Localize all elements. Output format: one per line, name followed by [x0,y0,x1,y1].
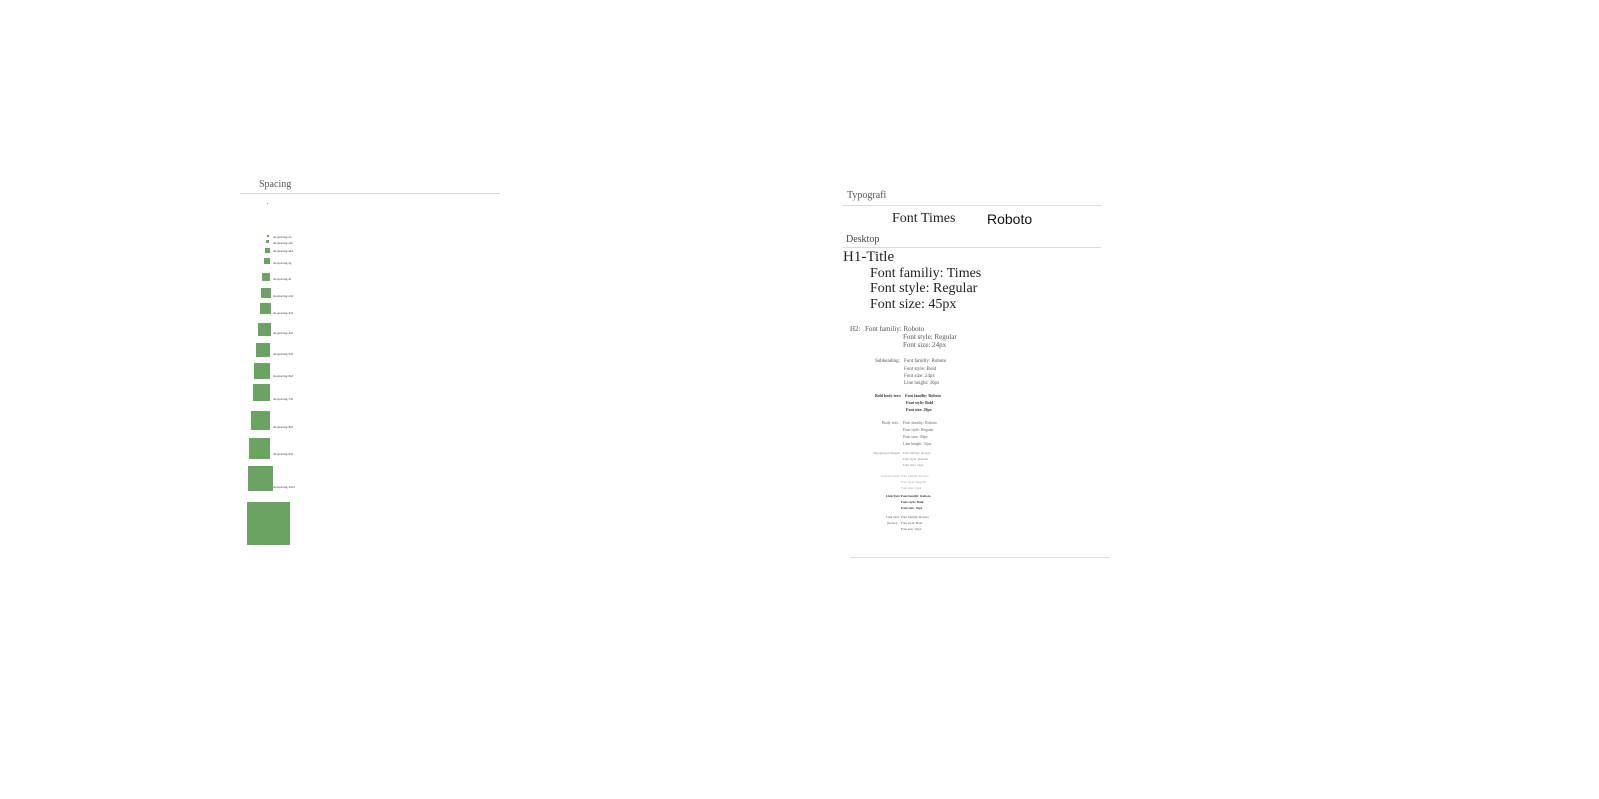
images-font-family: Font familiy: Roboto [903,451,931,455]
subheading-label: Subheading: [875,359,900,364]
spacing-swatch [261,288,271,298]
h1-font-family: Font familiy: Times [870,266,982,281]
spacing-swatch [258,323,271,336]
h2-font-family: Font familiy: Roboto [865,325,925,333]
subheading-line-height: Line height: 30px [904,381,940,386]
link-hover-label-2: (hover): [887,521,898,525]
link-hover-font-family: Font familiy: Roboto [901,515,929,519]
subheading-font-family: Font familiy: Roboto [904,359,947,364]
spacing-label: ds-spacing-7xl [273,397,293,401]
spacing-label: ds-spacing-10xl [273,485,295,489]
caption-font-style: Font style: Regular [901,480,927,484]
spacing-swatch [262,273,270,281]
spacing-label: ds-spacing-8xl [273,425,293,429]
spacing-swatch [267,235,269,237]
spacing-swatch [254,363,270,379]
spacing-label: ds-spacing-xl [273,277,292,281]
desktop-heading: Desktop [846,234,880,245]
spacing-swatch [251,411,270,430]
spacing-label: ds-spacing-4xl [273,331,293,335]
h1-font-size: Font size: 45px [870,297,957,312]
link-hover-font-style: Font style: Bold [901,521,923,525]
spacing-label: ds-spacing-6xl [273,374,293,378]
spacing-swatch [248,466,273,491]
spacing-label: ds-spacing-lg [273,261,292,265]
link-text-label: Link Text: [886,494,901,498]
spacing-swatch [266,240,269,243]
typography-bottom-divider [851,557,1109,558]
desktop-divider [843,247,1101,248]
spacing-label: ds-spacing-5xl [273,352,293,356]
spacing-swatch [260,303,271,314]
spacing-label: ds-spacing-9xl [273,452,293,456]
font-roboto-sample: Roboto [987,211,1033,227]
bold-body-font-family: Font familiy: Roboto [905,393,941,398]
spacing-swatch [256,343,270,357]
spacing-swatch [265,248,270,253]
spacing-label: ds-spacing-3xl [273,311,293,315]
body-text-label: Body text: [882,420,899,425]
spacing-title: Spacing [259,179,292,190]
subheading-font-style: Font style: Bold [904,367,937,372]
h2-label: H2: [850,325,861,333]
link-hover-font-size: Font size: 16px [901,527,922,531]
spacing-label: ds-spacing-xs [273,235,292,239]
body-text-font-size: Font size: 20px [903,434,928,439]
spacing-label: ds-spacing-2xl [273,294,293,298]
link-text-font-size: Font size: 16px [901,506,923,510]
h1-title: H1-Title [843,249,895,265]
typography-divider [843,205,1101,206]
link-hover-label: Link Text: [886,515,900,519]
spacing-label: ds-spacing-md [273,249,293,253]
spacing-swatch [253,384,270,401]
caption-font-size: Font size: 14px [901,486,922,490]
link-text-font-family: Font familiy: Roboto [901,494,931,498]
bold-body-font-style: Font style: Bold [906,400,934,405]
h2-font-size: Font size: 24px [903,341,947,349]
images-label: Typophones/images: [873,451,901,455]
body-text-font-family: Font familiy: Roboto [903,420,937,425]
body-text-font-style: Font style: Regular [903,427,934,432]
spacing-divider [240,193,500,194]
bold-body-label: Bold body text: [875,393,902,398]
font-times-sample: Font Times [892,211,956,226]
images-font-size: Font size: 14px [903,463,924,467]
h1-font-style: Font style: Regular [870,281,978,296]
link-text-font-style: Font style: Bold [901,500,924,504]
spacing-swatch [264,258,270,264]
spacing-label: ds-spacing-sm [273,241,293,245]
typography-title: Typografi [847,190,887,201]
spacing-swatch [249,438,270,459]
body-text-line-height: Line height: 32px [903,441,932,446]
h2-font-style: Font style: Regular [903,333,957,341]
images-font-style: Font style: Regular [903,457,929,461]
bold-body-font-size: Font size: 20px [906,407,932,412]
spacing-swatch [247,502,290,545]
caption-label: Citerat/copies: [881,474,901,478]
subheading-font-size: Font size: 24px [904,374,935,379]
spacing-dot: • [267,201,269,206]
caption-font-family: Font familiy: Roboto [901,474,929,478]
